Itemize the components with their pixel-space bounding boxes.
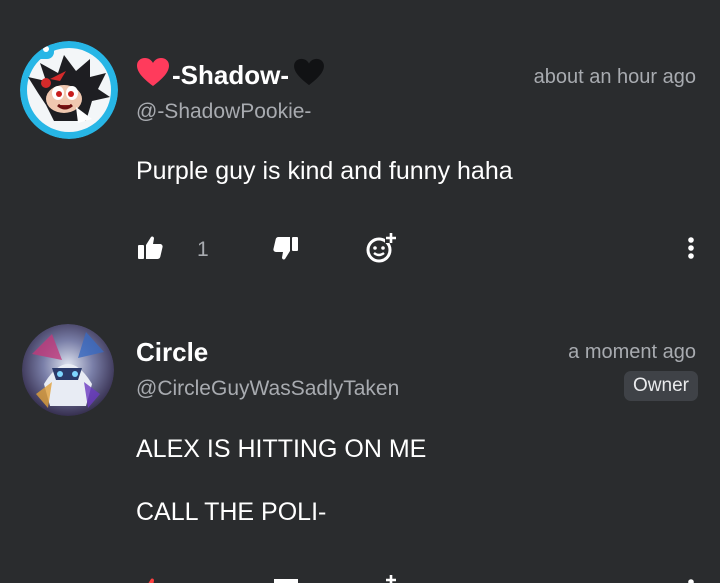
red-heart-icon [136,57,170,94]
add-reaction-button[interactable] [364,231,398,270]
timestamp: a moment ago [568,341,696,363]
author-name-text: -Shadow- [172,59,289,90]
avatar-shadow[interactable] [20,41,118,139]
dislike-button[interactable] [272,233,300,267]
thumbs-up-icon [136,234,164,267]
timestamp: about an hour ago [533,66,696,88]
thumbs-down-icon [272,576,300,583]
author-handle[interactable]: @CircleGuyWasSadlyTaken [136,377,399,401]
like-count: 1 [197,238,209,261]
like-button[interactable] [136,575,164,583]
author-handle[interactable]: @-ShadowPookie- [136,100,311,124]
like-button[interactable] [136,233,164,267]
more-options-button[interactable] [686,575,696,583]
comment-text-line-1: ALEX IS HITTING ON ME [136,435,427,463]
owner-badge: Owner [624,371,698,401]
add-emoji-icon [364,575,398,583]
more-vertical-icon [686,576,696,583]
comment-text-line-2: CALL THE POLI- [136,498,327,526]
avatar-circle[interactable] [22,324,114,416]
dislike-button[interactable] [272,575,300,583]
comment-actions [136,575,696,583]
author-name[interactable]: Circle [136,337,208,367]
comment-1: -Shadow- @-ShadowPookie- about an hour a… [0,0,720,300]
more-options-button[interactable] [686,233,696,267]
comment-2: Circle @CircleGuyWasSadlyTaken a moment … [0,300,720,583]
add-emoji-icon [364,231,398,270]
thumbs-up-icon [136,576,164,583]
black-heart-icon [293,58,325,93]
more-vertical-icon [686,234,696,267]
add-reaction-button[interactable] [364,575,398,583]
comment-actions: 1 [136,231,696,270]
author-name[interactable]: -Shadow- [136,57,325,93]
thumbs-down-icon [272,234,300,267]
comment-text: Purple guy is kind and funny haha [136,157,513,185]
